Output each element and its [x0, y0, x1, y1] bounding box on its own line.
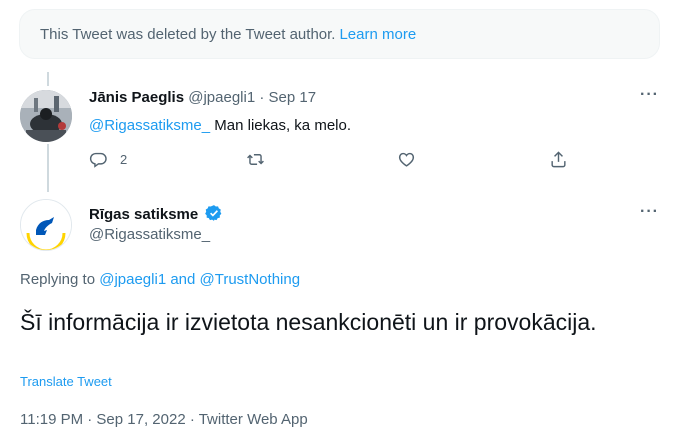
- reply-date[interactable]: Sep 17: [269, 89, 317, 106]
- main-author-name[interactable]: Rīgas satiksme: [89, 204, 223, 223]
- retweet-button[interactable]: [246, 150, 265, 169]
- avatar-janis[interactable]: [20, 90, 72, 142]
- tweet-meta: 11:19 PM · Sep 17, 2022 · Twitter Web Ap…: [20, 411, 308, 428]
- reply-header: Jānis Paeglis @jpaegli1 · Sep 17: [89, 89, 316, 106]
- reply-separator: ·: [259, 89, 265, 106]
- main-tweet-text: Šī informācija ir izvietota nesankcionēt…: [20, 309, 597, 335]
- like-button[interactable]: [397, 150, 416, 169]
- main-author-name-text: Rīgas satiksme: [89, 206, 199, 223]
- reply-author-handle[interactable]: @jpaegli1: [188, 89, 255, 106]
- main-more-icon[interactable]: ···: [640, 203, 659, 221]
- translate-tweet-link[interactable]: Translate Tweet: [20, 374, 112, 389]
- reply-more-icon[interactable]: ···: [640, 86, 659, 104]
- replying-to-links[interactable]: @jpaegli1 and @TrustNothing: [99, 271, 300, 288]
- reply-body: @Rigassatiksme_ Man liekas, ka melo.: [89, 117, 351, 134]
- share-icon: [551, 151, 566, 168]
- main-author-handle[interactable]: @Rigassatiksme_: [89, 226, 210, 243]
- reply-author-name[interactable]: Jānis Paeglis: [89, 89, 184, 106]
- reply-mention-link[interactable]: @Rigassatiksme_: [89, 117, 210, 134]
- verified-badge-icon: [205, 205, 222, 221]
- replying-to: Replying to @jpaegli1 and @TrustNothing: [20, 271, 300, 288]
- avatar-rigas-satiksme[interactable]: [20, 199, 72, 251]
- deleted-notice-text: This Tweet was deleted by the Tweet auth…: [40, 25, 336, 43]
- thread-line-top: [47, 72, 49, 86]
- retweet-icon: [247, 154, 264, 165]
- thread-line-middle: [47, 144, 49, 192]
- like-icon: [398, 152, 415, 167]
- replying-prefix: Replying to: [20, 271, 100, 288]
- reply-text: Man liekas, ka melo.: [210, 117, 351, 134]
- learn-more-link[interactable]: Learn more: [339, 26, 416, 43]
- reply-button[interactable]: 2: [89, 150, 127, 169]
- deleted-tweet-notice: This Tweet was deleted by the Tweet auth…: [19, 9, 660, 59]
- share-button[interactable]: [549, 150, 568, 169]
- reply-count: 2: [120, 152, 128, 167]
- reply-icon: [89, 152, 107, 168]
